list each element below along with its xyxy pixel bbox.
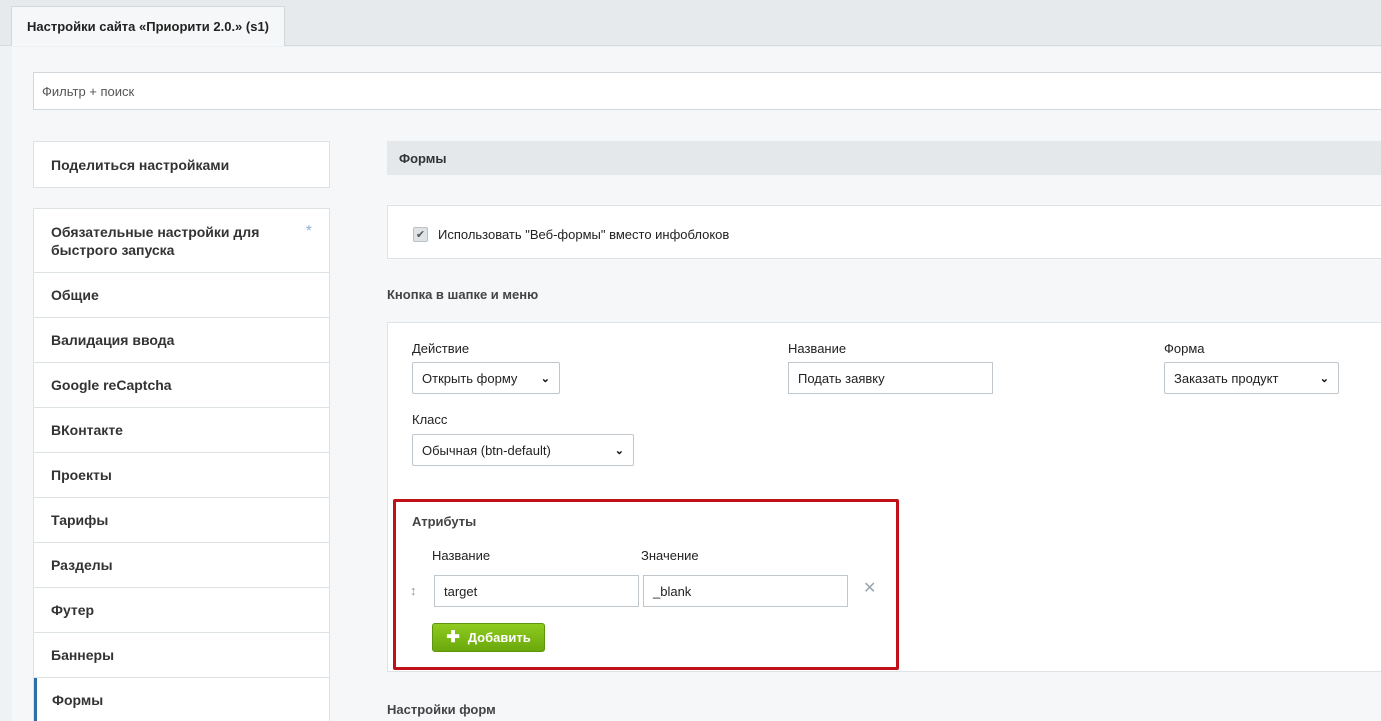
sidebar-item-required-settings[interactable]: Обязательные настройки для быстрого запу… — [34, 209, 329, 273]
attributes-title: Атрибуты — [412, 514, 477, 529]
action-select[interactable]: Открыть форму ⌄ — [412, 362, 560, 394]
share-settings-button[interactable]: Поделиться настройками — [33, 141, 330, 188]
name-input[interactable]: Подать заявку — [788, 362, 993, 394]
attr-name-input[interactable]: target — [434, 575, 639, 607]
class-select[interactable]: Обычная (btn-default) ⌄ — [412, 434, 634, 466]
chevron-down-icon: ⌄ — [540, 372, 550, 385]
chevron-down-icon: ⌄ — [1319, 372, 1329, 385]
form-settings-title: Настройки форм — [387, 702, 496, 717]
sidebar-item-banners[interactable]: Баннеры — [34, 633, 329, 678]
star-icon: * — [305, 223, 312, 240]
class-label: Класс — [412, 412, 448, 427]
webforms-checkbox[interactable]: ✔ — [413, 227, 428, 242]
action-select-value: Открыть форму — [422, 370, 518, 386]
attr-value-header: Значение — [641, 548, 699, 563]
attr-value-input[interactable]: _blank — [643, 575, 848, 607]
webforms-checkbox-row[interactable]: ✔ Использовать "Веб-формы" вместо инфобл… — [413, 227, 729, 242]
drag-handle-icon[interactable]: ↕ — [410, 583, 417, 598]
chevron-down-icon: ⌄ — [614, 444, 624, 457]
sidebar-item-sections[interactable]: Разделы — [34, 543, 329, 588]
form-select-value: Заказать продукт — [1174, 370, 1279, 386]
tab-site-settings[interactable]: Настройки сайта «Приорити 2.0.» (s1) — [11, 6, 285, 46]
form-label: Форма — [1164, 341, 1205, 356]
name-label: Название — [788, 341, 847, 356]
webforms-checkbox-label: Использовать "Веб-формы" вместо инфоблок… — [438, 227, 730, 242]
sidebar-item-general[interactable]: Общие — [34, 273, 329, 318]
sidebar-item-recaptcha[interactable]: Google reCaptcha — [34, 363, 329, 408]
sidebar-item-footer[interactable]: Футер — [34, 588, 329, 633]
webforms-panel: ✔ Использовать "Веб-формы" вместо инфобл… — [387, 205, 1381, 259]
action-label: Действие — [412, 341, 470, 356]
add-attribute-label: Добавить — [467, 630, 531, 645]
sidebar-item-forms[interactable]: Формы — [34, 678, 329, 721]
class-select-value: Обычная (btn-default) — [422, 442, 551, 458]
attr-name-header: Название — [432, 548, 491, 563]
section-title: Формы — [387, 141, 1381, 175]
sidebar-item-input-validation[interactable]: Валидация ввода — [34, 318, 329, 363]
header-button-title: Кнопка в шапке и меню — [387, 287, 539, 302]
filter-search-input[interactable] — [33, 72, 1381, 110]
sidebar-item-projects[interactable]: Проекты — [34, 453, 329, 498]
sidebar-item-tariffs[interactable]: Тарифы — [34, 498, 329, 543]
sidebar-item-vkontakte[interactable]: ВКонтакте — [34, 408, 329, 453]
tab-bar: Настройки сайта «Приорити 2.0.» (s1) — [0, 0, 1381, 46]
sidebar-item-label: Обязательные настройки для быстрого запу… — [51, 223, 260, 258]
sidebar-nav: Обязательные настройки для быстрого запу… — [33, 208, 330, 721]
add-attribute-button[interactable]: ✚ Добавить — [432, 623, 545, 652]
plus-icon: ✚ — [446, 628, 460, 646]
close-icon[interactable]: ✕ — [863, 578, 876, 598]
form-select[interactable]: Заказать продукт ⌄ — [1164, 362, 1339, 394]
